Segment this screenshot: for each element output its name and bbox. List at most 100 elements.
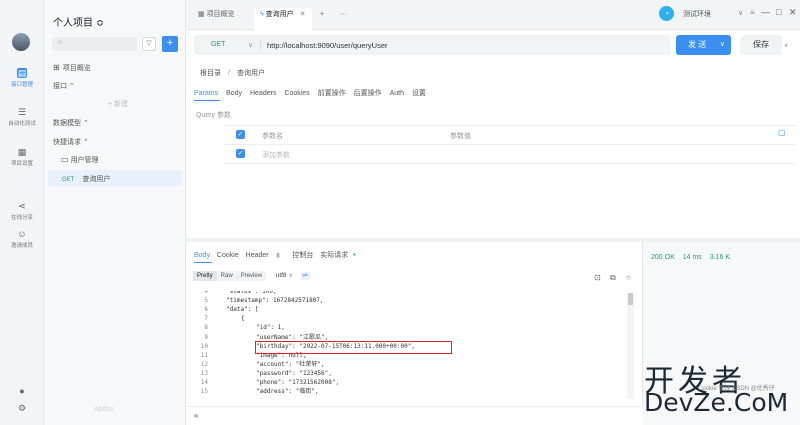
code-line-number: 5 <box>204 297 208 305</box>
url-bar: GET ∨ http://localhost:9090/user/queryUs… <box>194 35 671 55</box>
format-raw[interactable]: Raw <box>216 271 237 281</box>
bulk-edit-icon[interactable]: ▢ <box>778 128 786 137</box>
status-dot: • <box>353 252 356 259</box>
tab-response-header[interactable]: Header 8 <box>246 252 286 259</box>
code-line-number: 13 <box>200 369 208 377</box>
sidebar-item-label: 用户管理 <box>70 157 99 164</box>
sidebar-item-overview[interactable]: ⊞ 项目概览 <box>53 63 91 73</box>
active-tab-indicator <box>194 100 220 101</box>
maximize-button[interactable]: □ <box>776 7 781 17</box>
code-line-number: 15 <box>200 388 208 396</box>
breadcrumb-root[interactable]: 根目录 <box>200 70 221 77</box>
tab-label: Header <box>245 252 269 259</box>
code-line-number: 7 <box>204 315 208 323</box>
format-pretty[interactable]: Pretty <box>193 271 217 281</box>
active-tab-indicator <box>194 262 212 263</box>
encoding-select[interactable]: utf8 <box>276 272 287 279</box>
table-divider <box>224 163 796 164</box>
chevron-down-icon[interactable]: ∨ <box>784 42 788 49</box>
select-all-checkbox[interactable]: ✓ <box>236 130 245 139</box>
scrollbar-thumb[interactable] <box>628 293 633 305</box>
word-wrap-icon[interactable]: ⇌ <box>300 272 310 280</box>
new-interface-button[interactable]: + 新建 <box>62 98 174 111</box>
copy-icon[interactable]: ⧉ <box>610 273 616 283</box>
tab-response-body[interactable]: Body <box>194 252 210 259</box>
minimize-button[interactable]: — <box>761 7 770 17</box>
chevron-down-icon[interactable]: ∨ <box>720 35 725 55</box>
code-line: "address": "临街", <box>256 388 319 396</box>
rail-item-invite-members[interactable]: ☺ 邀请成员 <box>0 229 44 249</box>
watermark: 开发者 Cookie 管理 CSDN @优秀仔 DevZe.CoM <box>640 356 800 422</box>
rail-item-automated-test[interactable]: ☰ 自动化测试 <box>0 107 44 127</box>
url-input[interactable]: http://localhost:9090/user/queryUser <box>267 41 387 50</box>
highlight-box <box>255 341 452 354</box>
tab-auth[interactable]: Auth <box>390 90 404 97</box>
send-button[interactable]: 发 送 ∨ <box>676 35 731 55</box>
chevron-down-icon[interactable]: ∨ <box>289 273 293 279</box>
sidebar-item-data-models[interactable]: 数据模型 ⌃ <box>53 118 89 128</box>
tab-response-cookie[interactable]: Cookie <box>217 252 239 259</box>
settings-icon: ▦ <box>17 147 27 157</box>
response-size: 3.16 K <box>709 254 731 261</box>
search-icon[interactable]: ○ <box>626 273 631 282</box>
notification-bell-icon[interactable]: ● <box>0 386 44 396</box>
chevron-down-icon[interactable]: ∨ <box>248 41 253 49</box>
app-window: ▤ 接口管理 ☰ 自动化测试 ▦ 项目设置 ⋖ 在线分享 ☺ 邀请成员 ● ⚙ … <box>0 0 800 425</box>
response-footer: « <box>186 406 643 425</box>
tab-overview[interactable]: ▦ 项目概览 <box>192 8 241 30</box>
search-input[interactable]: ○ <box>52 37 137 51</box>
send-label: 发 送 <box>688 40 707 49</box>
chevron-down-icon[interactable]: ∨ <box>738 9 743 17</box>
avatar[interactable] <box>12 33 30 51</box>
sidebar-item-folder[interactable]: ▭ 用户管理 <box>61 155 99 165</box>
add-tab-button[interactable]: + <box>314 8 330 30</box>
environment-select[interactable]: 测试环境 <box>683 9 711 19</box>
tab-query-user[interactable]: ϟ 查询用户 ✕ <box>254 8 312 30</box>
watermark-en: DevZe.CoM <box>644 388 789 417</box>
collapse-icon[interactable]: « <box>194 411 198 420</box>
add-button[interactable]: + <box>162 36 178 52</box>
tab-cookies[interactable]: Cookies <box>284 90 309 97</box>
sidebar-item-interfaces[interactable]: 接口 ⌃ <box>53 81 75 91</box>
tab-body[interactable]: Body <box>226 90 242 97</box>
code-line: "phone": "17321562008", <box>256 379 340 386</box>
more-tabs-button[interactable]: ··· <box>334 8 353 30</box>
environment-icon[interactable]: ◔ <box>659 6 674 21</box>
project-title[interactable]: 个人项目 ≎ <box>53 14 104 29</box>
sidebar-item-query-user[interactable]: GET 查询用户 <box>62 174 110 184</box>
tab-console[interactable]: 控制台 <box>292 252 313 259</box>
sidebar-item-label: 项目概览 <box>62 65 91 72</box>
rail-item-api-management[interactable]: ▤ 接口管理 <box>0 68 44 88</box>
rail-item-project-settings[interactable]: ▦ 项目设置 <box>0 147 44 167</box>
tab-headers[interactable]: Headers <box>250 90 276 97</box>
tab-params[interactable]: Params <box>194 90 218 97</box>
sidebar-item-quick-requests[interactable]: 快捷请求 ⌃ <box>53 137 89 147</box>
code-line-number: 10 <box>200 342 208 350</box>
tab-actual-request[interactable]: 实际请求 • <box>320 252 360 259</box>
code-line-number: 12 <box>200 360 208 368</box>
project-sidebar: 个人项目 ≎ ○ ▽ + ⊞ 项目概览 接口 ⌃ + 新建 数据模型 ⌃ 快捷请求… <box>44 0 186 425</box>
count-badge: 8 <box>275 253 281 259</box>
download-icon[interactable]: ⊡ <box>594 273 601 282</box>
code-line: "data": [ <box>226 306 259 314</box>
format-toolbar: Pretty Raw Preview utf8 ∨ ⇌ <box>193 271 310 281</box>
param-name-input[interactable]: 添加参数 <box>262 150 290 160</box>
tab-label: 项目概览 <box>206 11 235 18</box>
save-button[interactable]: 保存 <box>740 35 782 55</box>
tab-post-actions[interactable]: 后置操作 <box>354 90 382 97</box>
tab-pre-actions[interactable]: 前置操作 <box>318 90 346 97</box>
code-line-number: 9 <box>204 333 208 341</box>
close-icon[interactable]: ✕ <box>300 11 306 18</box>
response-scrollbar[interactable] <box>627 293 634 399</box>
tab-settings[interactable]: 设置 <box>412 90 426 97</box>
gear-icon[interactable]: ⚙ <box>0 403 44 414</box>
rail-item-online-share[interactable]: ⋖ 在线分享 <box>0 201 44 221</box>
format-preview[interactable]: Preview <box>236 271 267 281</box>
environment-menu-icon[interactable]: ≡ <box>750 8 755 17</box>
grid-icon: ⊞ <box>53 63 60 72</box>
filter-button[interactable]: ▽ <box>142 37 156 51</box>
method-select[interactable]: GET <box>211 41 225 48</box>
code-line-number: 6 <box>204 306 208 314</box>
close-window-button[interactable]: ✕ <box>789 7 797 18</box>
row-checkbox[interactable]: ✓ <box>236 149 245 158</box>
